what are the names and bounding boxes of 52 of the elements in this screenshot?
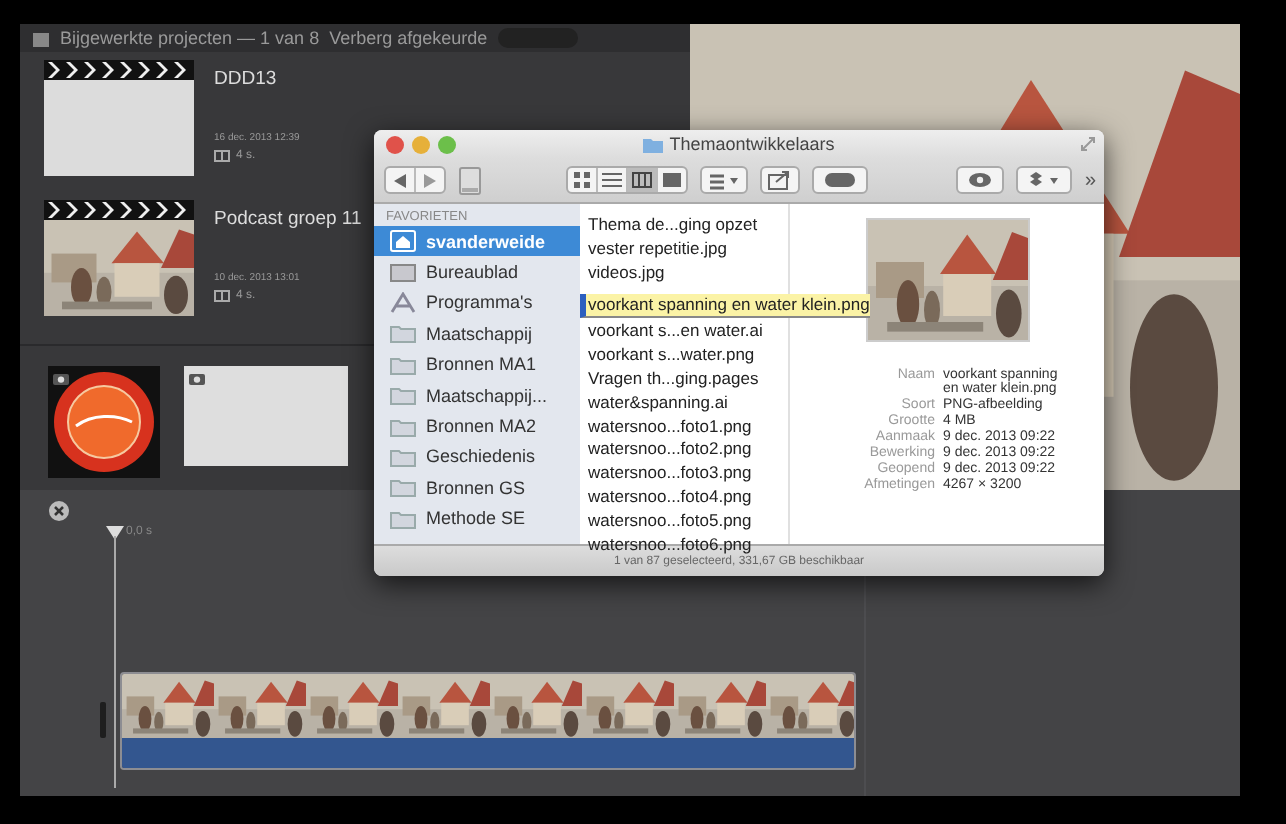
folder-icon — [390, 445, 416, 468]
apps-icon — [390, 291, 416, 314]
playhead-marker[interactable] — [106, 526, 124, 788]
desktop-icon — [390, 261, 416, 284]
video-clip[interactable] — [120, 672, 856, 770]
filter-dropdown[interactable]: Verberg afgekeurde — [329, 28, 488, 48]
file-item[interactable]: watersnoo...foto6.png — [580, 533, 788, 557]
folder-icon — [641, 135, 664, 153]
navigation-control[interactable] — [384, 166, 446, 194]
sidebar-item[interactable]: svanderweide — [374, 226, 580, 257]
folder-icon — [32, 29, 50, 47]
icon-view-icon — [572, 170, 592, 190]
cover-flow-button[interactable] — [658, 168, 686, 192]
forward-icon — [424, 173, 436, 187]
house-icon — [390, 230, 416, 253]
cover-flow-icon — [662, 170, 682, 190]
clapperboard-icon — [44, 60, 194, 80]
sidebar-item[interactable]: Methode SE — [374, 503, 580, 534]
sidebar-item[interactable]: Maatschappij — [374, 318, 580, 350]
project-thumbnail[interactable] — [44, 60, 194, 176]
close-button[interactable] — [386, 135, 404, 153]
back-icon — [394, 173, 406, 187]
project-thumbnail[interactable] — [44, 200, 194, 316]
folder-icon — [390, 507, 416, 530]
sidebar-item[interactable]: Bronnen GS — [374, 472, 580, 504]
sidebar-item[interactable]: Maatschappij... — [374, 379, 580, 411]
camera-icon — [52, 370, 70, 386]
film-icon — [214, 290, 230, 302]
column-view-icon — [632, 170, 652, 190]
view-switcher[interactable] — [566, 166, 688, 194]
sidebar-item[interactable]: Bronnen MA1 — [374, 349, 580, 380]
close-icon[interactable] — [48, 500, 70, 522]
file-item[interactable]: watersnoo...foto4.png — [580, 485, 788, 510]
sidebar-item[interactable]: Programma's — [374, 287, 580, 319]
folder-icon — [390, 476, 416, 499]
sidebar-item[interactable]: Bronnen MA2 — [374, 410, 580, 442]
library-title: Bijgewerkte projecten — 1 van 8 — [60, 28, 320, 48]
folder-icon — [390, 353, 416, 376]
folder-icon — [390, 384, 416, 407]
sidebar-item[interactable]: Geschiedenis — [374, 441, 580, 473]
logo-icon — [52, 370, 156, 474]
folder-icon — [390, 415, 416, 438]
column-view-button[interactable] — [628, 168, 658, 192]
icon-view-button[interactable] — [568, 168, 598, 192]
clip-handle[interactable] — [100, 702, 106, 738]
project-title: DDD13 — [214, 68, 279, 94]
project-title: Podcast groep 11 — [214, 208, 362, 234]
film-icon — [214, 150, 230, 162]
file-item[interactable]: watersnoo...foto5.png — [580, 509, 788, 534]
sidebar-item[interactable]: Bureaublad — [374, 256, 580, 288]
list-view-icon — [602, 170, 622, 190]
clapperboard-icon — [44, 200, 194, 220]
